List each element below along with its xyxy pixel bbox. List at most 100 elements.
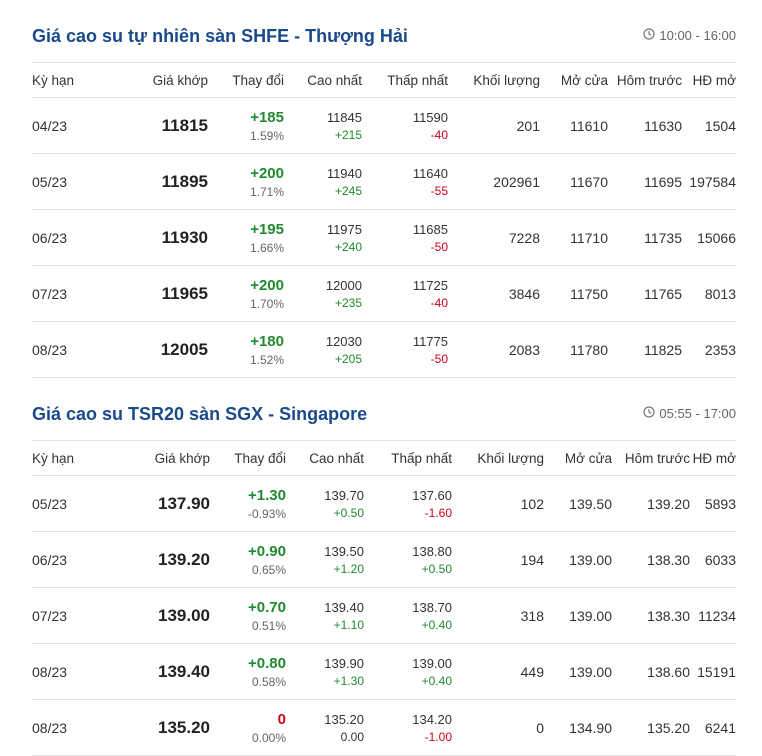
low-cell: 11775 -50 bbox=[362, 321, 448, 378]
change-percent: 1.66% bbox=[249, 240, 284, 255]
open-value: 139.00 bbox=[569, 551, 612, 568]
low-cell: 11685 -50 bbox=[362, 209, 448, 266]
col-header-volume: Khối lượng bbox=[452, 440, 544, 476]
prev-cell: 11695 bbox=[608, 153, 682, 210]
prev-cell: 138.30 bbox=[612, 531, 690, 588]
term-value: 08/23 bbox=[32, 719, 68, 736]
change-percent: 0.65% bbox=[251, 562, 286, 577]
volume-value: 0 bbox=[536, 719, 544, 736]
high-cell: 11845 +215 bbox=[284, 97, 362, 154]
high-diff: +205 bbox=[334, 351, 362, 366]
table-row: 05/23 11895 +200 1.71% 11940 +245 11640 -55 2029… bbox=[32, 153, 736, 210]
open-cell: 139.50 bbox=[544, 475, 612, 532]
volume-value: 102 bbox=[520, 495, 544, 512]
open-interest-value: 197584 bbox=[689, 173, 736, 190]
prev-cell: 139.20 bbox=[612, 475, 690, 532]
open-value: 11670 bbox=[570, 173, 608, 190]
high-cell: 139.50 +1.20 bbox=[286, 531, 364, 588]
volume-value: 201 bbox=[516, 117, 540, 134]
prev-value: 11695 bbox=[644, 173, 682, 190]
col-header-change: Thay đổi bbox=[210, 440, 286, 476]
high-cell: 135.20 0.00 bbox=[286, 699, 364, 756]
term-cell: 07/23 bbox=[32, 265, 100, 322]
low-value: 11725 bbox=[412, 277, 448, 293]
term-value: 07/23 bbox=[32, 607, 68, 624]
shfe-time-text: 10:00 - 16:00 bbox=[659, 28, 736, 43]
prev-cell: 138.30 bbox=[612, 587, 690, 644]
volume-value: 3846 bbox=[508, 285, 540, 302]
col-header-prev: Hôm trước bbox=[608, 62, 682, 98]
table-row: 07/23 11965 +200 1.70% 12000 +235 11725 -40 3846… bbox=[32, 265, 736, 322]
high-diff: +1.30 bbox=[333, 673, 364, 688]
open-interest-cell: 1504 bbox=[682, 97, 736, 154]
low-value: 138.70 bbox=[412, 599, 452, 615]
high-diff: +245 bbox=[334, 183, 362, 198]
low-cell: 138.70 +0.40 bbox=[364, 587, 452, 644]
open-value: 139.00 bbox=[569, 607, 612, 624]
open-value: 11780 bbox=[570, 341, 608, 358]
open-interest-cell: 15066 bbox=[682, 209, 736, 266]
low-diff: -40 bbox=[430, 127, 448, 142]
open-cell: 11710 bbox=[540, 209, 608, 266]
open-interest-cell: 15191 bbox=[690, 643, 736, 700]
prev-value: 11765 bbox=[644, 285, 682, 302]
shfe-section: Giá cao su tự nhiên sàn SHFE - Thượng Hả… bbox=[32, 22, 736, 378]
sgx-title: Giá cao su TSR20 sàn SGX - Singapore bbox=[32, 404, 368, 424]
term-cell: 06/23 bbox=[32, 531, 100, 588]
volume-cell: 0 bbox=[452, 699, 544, 756]
high-cell: 139.90 +1.30 bbox=[286, 643, 364, 700]
open-cell: 11780 bbox=[540, 321, 608, 378]
high-value: 139.50 bbox=[324, 543, 364, 559]
low-value: 11590 bbox=[412, 109, 448, 125]
open-value: 139.00 bbox=[569, 663, 612, 680]
low-cell: 11725 -40 bbox=[362, 265, 448, 322]
change-percent: 1.71% bbox=[249, 184, 284, 199]
low-diff: +0.40 bbox=[421, 617, 452, 632]
prev-cell: 11765 bbox=[608, 265, 682, 322]
volume-cell: 102 bbox=[452, 475, 544, 532]
table-row: 08/23 12005 +180 1.52% 12030 +205 11775 -50 2083… bbox=[32, 321, 736, 378]
col-header-term: Kỳ hạn bbox=[32, 62, 100, 98]
low-value: 139.00 bbox=[412, 655, 452, 671]
high-value: 135.20 bbox=[324, 711, 364, 727]
clock-icon bbox=[643, 28, 655, 43]
volume-value: 2083 bbox=[508, 341, 540, 358]
volume-cell: 7228 bbox=[448, 209, 540, 266]
high-diff: +240 bbox=[334, 239, 362, 254]
term-value: 08/23 bbox=[32, 341, 68, 358]
high-diff: +1.20 bbox=[333, 561, 364, 576]
open-interest-value: 11234 bbox=[698, 607, 736, 624]
table-row: 06/23 11930 +195 1.66% 11975 +240 11685 -50 7228… bbox=[32, 209, 736, 266]
prev-value: 139.20 bbox=[647, 495, 690, 512]
low-diff: +0.40 bbox=[421, 673, 452, 688]
price-cell: 11815 bbox=[100, 97, 208, 154]
change-percent: 0.00% bbox=[251, 730, 286, 745]
sgx-header: Giá cao su TSR20 sàn SGX - Singapore 05:… bbox=[32, 400, 736, 440]
col-header-term: Kỳ hạn bbox=[32, 440, 100, 476]
term-cell: 06/23 bbox=[32, 209, 100, 266]
prev-cell: 11825 bbox=[608, 321, 682, 378]
change-value: +180 bbox=[250, 332, 284, 350]
price-cell: 11895 bbox=[100, 153, 208, 210]
open-value: 134.90 bbox=[569, 719, 612, 736]
open-cell: 134.90 bbox=[544, 699, 612, 756]
high-value: 11975 bbox=[326, 221, 362, 237]
change-value: +195 bbox=[250, 220, 284, 238]
high-value: 139.90 bbox=[324, 655, 364, 671]
volume-cell: 2083 bbox=[448, 321, 540, 378]
prev-value: 138.60 bbox=[647, 663, 690, 680]
low-cell: 11640 -55 bbox=[362, 153, 448, 210]
low-value: 11775 bbox=[412, 333, 448, 349]
change-cell: +0.90 0.65% bbox=[210, 531, 286, 588]
low-value: 134.20 bbox=[412, 711, 452, 727]
volume-value: 194 bbox=[520, 551, 544, 568]
col-header-volume: Khối lượng bbox=[448, 62, 540, 98]
price-cell: 135.20 bbox=[100, 699, 210, 756]
low-value: 11685 bbox=[412, 221, 448, 237]
change-cell: +200 1.70% bbox=[208, 265, 284, 322]
low-cell: 11590 -40 bbox=[362, 97, 448, 154]
change-percent: 0.58% bbox=[251, 674, 286, 689]
change-value: +0.90 bbox=[248, 542, 286, 560]
high-cell: 139.70 +0.50 bbox=[286, 475, 364, 532]
prev-cell: 138.60 bbox=[612, 643, 690, 700]
